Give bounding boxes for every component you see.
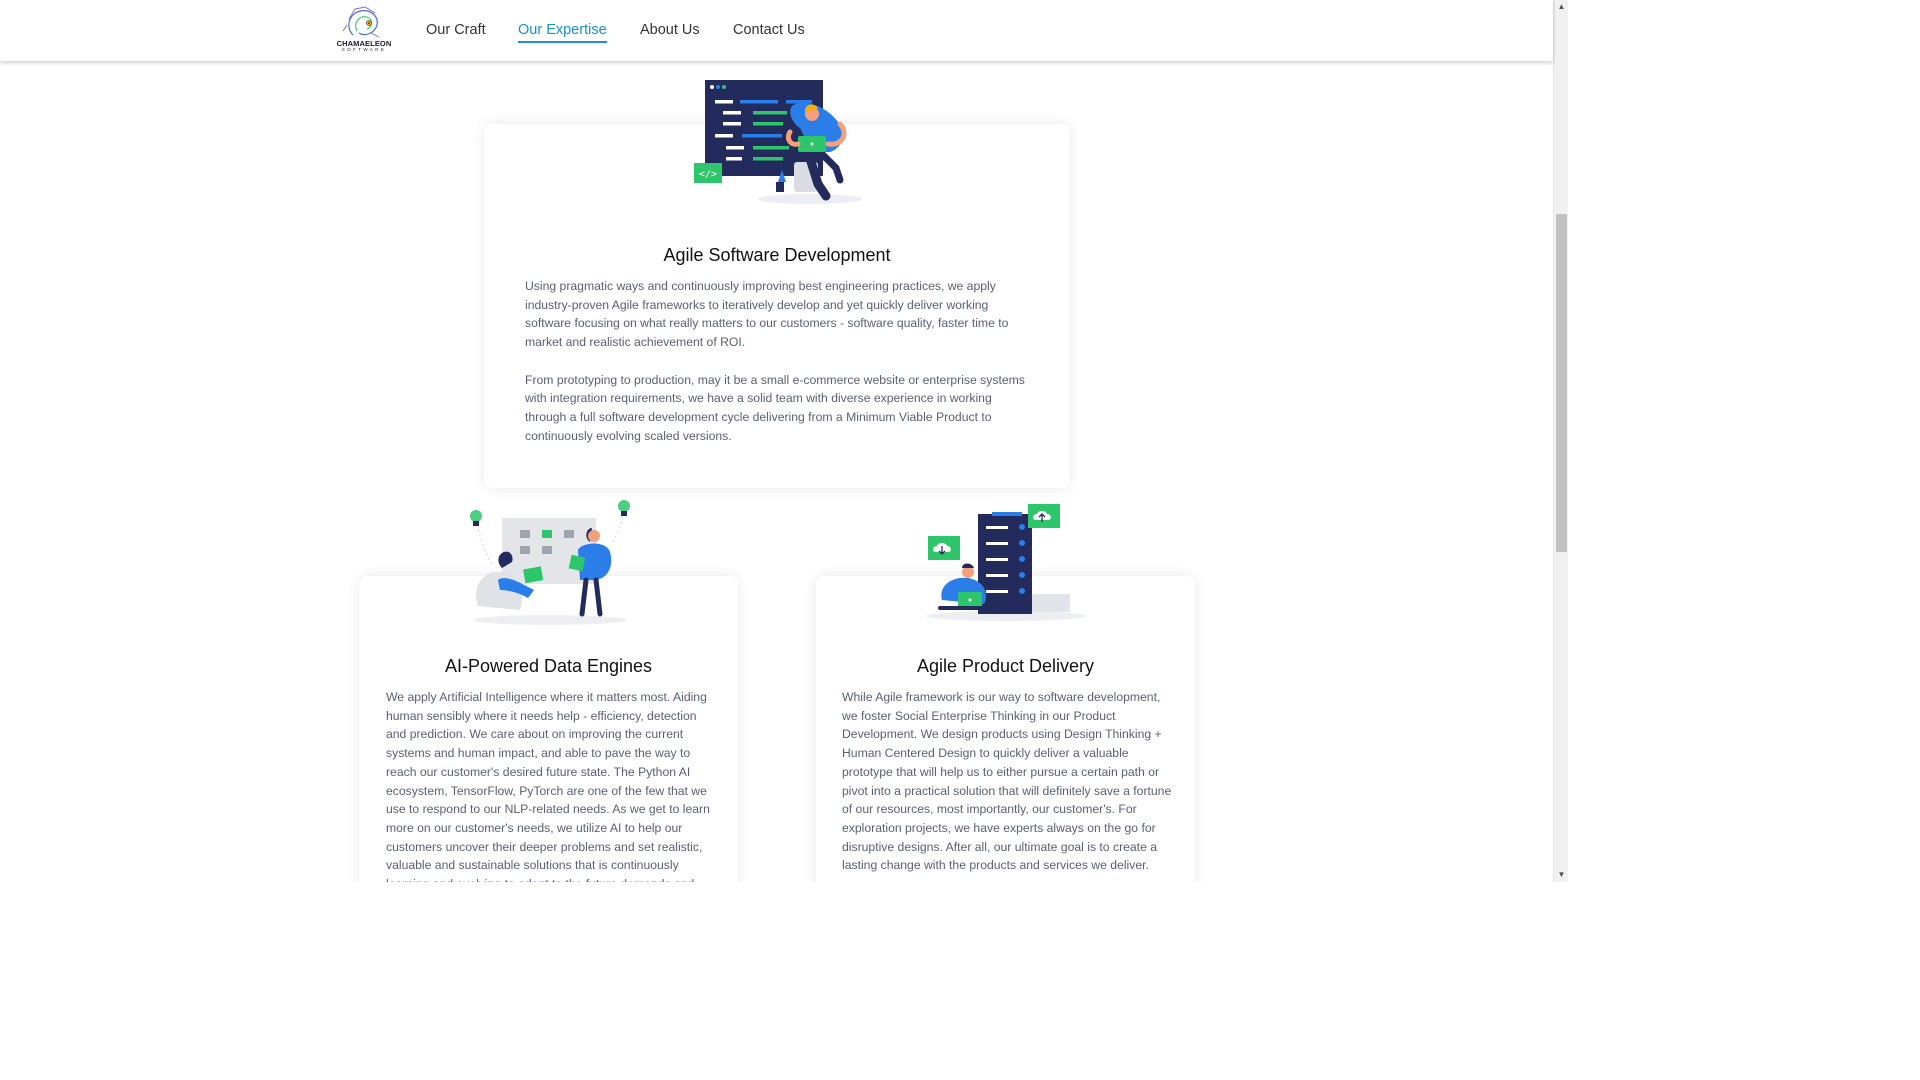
card-title: Agile Product Delivery (916, 656, 1095, 676)
developer-coding-illustration: </> (694, 80, 862, 204)
nav-about-us[interactable]: About Us (640, 20, 700, 40)
chameleon-logo-icon (342, 6, 380, 38)
card-body: We apply Artificial Intelligence where i… (386, 690, 710, 882)
card-body: Using pragmatic ways and continuously im… (525, 277, 1025, 445)
nav-contact-us[interactable]: Contact Us (733, 20, 805, 40)
scroll-thumb[interactable] (1556, 214, 1567, 552)
card-body: While Agile framework is our way to soft… (842, 690, 1172, 873)
page-scrollbar[interactable]: ▲ ▼ (1553, 0, 1568, 882)
server-delivery-illustration (926, 504, 1086, 621)
brand-subtitle: SOFTWARE (341, 47, 387, 52)
page: CHAMAELEON SOFTWARE Our Craft Our Expert… (0, 0, 1568, 882)
code-badge-icon: </> (699, 169, 717, 180)
top-navbar: CHAMAELEON SOFTWARE Our Craft Our Expert… (0, 0, 1553, 61)
scroll-down-arrow-icon[interactable]: ▼ (1554, 868, 1568, 882)
card-paragraph: Using pragmatic ways and continuously im… (525, 279, 1009, 350)
card-title: Agile Software Development (663, 245, 891, 265)
nav-our-expertise[interactable]: Our Expertise (518, 20, 607, 43)
nav-our-craft[interactable]: Our Craft (426, 20, 486, 40)
card-paragraph: From prototyping to production, may it b… (525, 372, 1025, 443)
card-title: AI-Powered Data Engines (444, 656, 653, 676)
ai-team-illustration (470, 500, 630, 625)
brand-logo[interactable]: CHAMAELEON SOFTWARE (335, 5, 393, 53)
scroll-up-arrow-icon[interactable]: ▲ (1554, 0, 1568, 14)
